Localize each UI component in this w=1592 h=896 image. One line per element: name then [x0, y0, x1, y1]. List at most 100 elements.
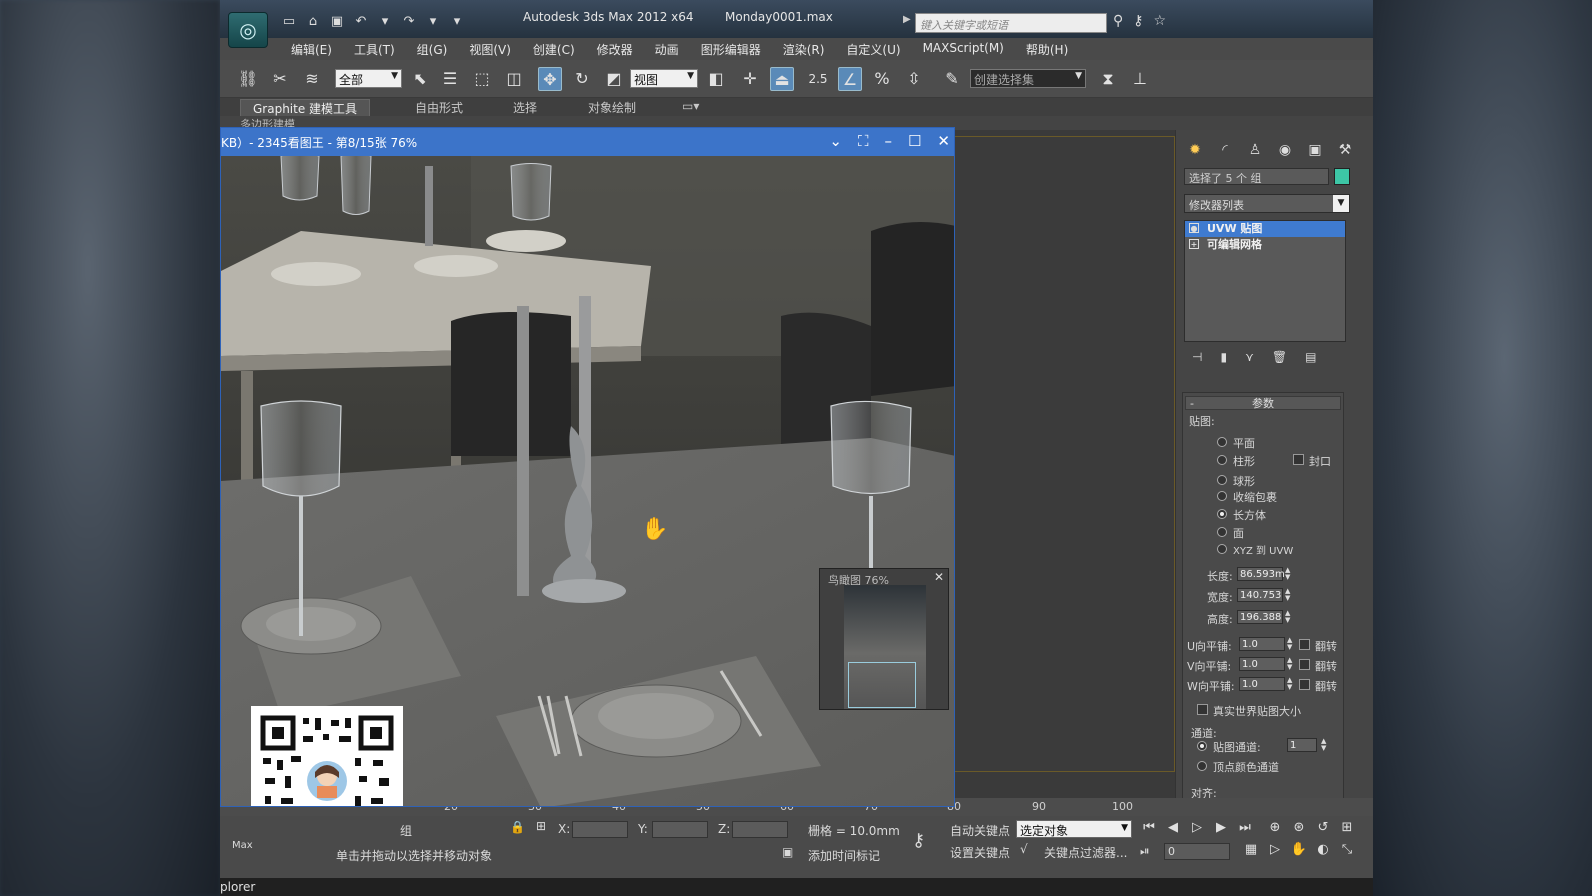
tab-freeform[interactable]: 自由形式 — [415, 99, 463, 116]
spinner-arrows-icon[interactable]: ▲ ▼ — [1287, 657, 1295, 671]
select-object-icon[interactable]: ⬉ — [408, 67, 432, 91]
selection-lock-icon[interactable]: 🔒 — [510, 820, 525, 834]
u-tile-input[interactable]: 1.0 — [1239, 637, 1285, 651]
bulb-icon[interactable]: ● — [1189, 223, 1199, 233]
expand-plus-icon[interactable]: + — [1189, 239, 1199, 249]
close-icon[interactable]: ✕ — [934, 570, 944, 584]
rectangular-selection-icon[interactable]: ⬚ — [470, 67, 494, 91]
add-time-tag-button[interactable]: 添加时间标记 — [808, 847, 880, 864]
configure-modifier-sets-icon[interactable]: ▤ — [1305, 350, 1316, 364]
mapping-planar-radio[interactable]: 平面 — [1217, 435, 1255, 451]
utilities-tab-icon[interactable]: ⚒ — [1334, 140, 1356, 160]
w-flip-checkbox[interactable]: 翻转 — [1299, 678, 1337, 694]
menu-animation[interactable]: 动画 — [644, 38, 690, 60]
menu-create[interactable]: 创建(C) — [522, 38, 586, 60]
menu-modifiers[interactable]: 修改器 — [586, 38, 644, 60]
mirror-icon[interactable]: ⧗ — [1096, 67, 1120, 91]
z-coordinate-input[interactable] — [732, 821, 788, 838]
pivot-center-icon[interactable]: ◧ — [704, 67, 728, 91]
min-max-toggle-icon[interactable]: ⤡ — [1338, 842, 1356, 857]
search-input[interactable]: 键入关键字或短语 — [915, 13, 1107, 33]
undo-dropdown-icon[interactable]: ▾ — [376, 14, 394, 30]
spinner-arrows-icon[interactable]: ▲ ▼ — [1285, 588, 1293, 602]
height-input[interactable]: 196.388 — [1237, 610, 1283, 624]
field-of-view-icon[interactable]: ▷ — [1266, 842, 1284, 857]
stack-item-uvw-map[interactable]: ● UVW 贴图 — [1185, 221, 1345, 237]
mapping-shrinkwrap-radio[interactable]: 收缩包裹 — [1217, 489, 1277, 505]
key-mode-dropdown[interactable]: 选定对象 ▼ — [1016, 820, 1132, 838]
real-world-map-size-checkbox[interactable]: 真实世界贴图大小 — [1197, 703, 1301, 719]
redo-icon[interactable]: ↷ — [400, 14, 418, 30]
menu-rendering[interactable]: 渲染(R) — [772, 38, 836, 60]
menu-maxscript[interactable]: MAXScript(M) — [912, 38, 1015, 60]
key-filters-button[interactable]: 关键点过滤器... — [1044, 844, 1127, 861]
current-frame-input[interactable]: 0 — [1164, 843, 1230, 860]
star-icon[interactable]: ☆ — [1154, 13, 1167, 29]
unlink-icon[interactable]: ✂ — [268, 67, 292, 91]
key-mode-toggle-icon[interactable]: ⏯ — [1140, 844, 1150, 859]
map-channel-radio[interactable]: 贴图通道: — [1197, 739, 1261, 755]
menu-graph-editors[interactable]: 图形编辑器 — [690, 38, 772, 60]
tab-object-paint[interactable]: 对象绘制 — [588, 99, 636, 116]
make-unique-icon[interactable]: ⋎ — [1245, 350, 1254, 364]
rollout-header[interactable]: - 参数 — [1185, 396, 1341, 410]
modifier-list-dropdown[interactable]: 修改器列表 ▼ — [1184, 194, 1350, 213]
spinner-arrows-icon[interactable]: ▲ ▼ — [1321, 738, 1329, 752]
open-file-icon[interactable]: ⌂ — [304, 14, 322, 30]
spinner-arrows-icon[interactable]: ▲ ▼ — [1285, 610, 1293, 624]
search-arrow-icon[interactable]: ▶ — [903, 14, 911, 25]
modify-tab-icon[interactable]: ◜ — [1214, 140, 1236, 160]
menu-tools[interactable]: 工具(T) — [343, 38, 406, 60]
w-tile-input[interactable]: 1.0 — [1239, 677, 1285, 691]
mapping-cylindrical-radio[interactable]: 柱形 — [1217, 453, 1255, 469]
length-input[interactable]: 86.593m — [1237, 567, 1285, 581]
maxscript-listener-mini[interactable]: Max — [232, 840, 253, 851]
select-and-move-icon[interactable]: ✥ — [538, 67, 562, 91]
mapping-spherical-radio[interactable]: 球形 — [1217, 473, 1255, 489]
link-icon[interactable]: ⛓ — [236, 67, 260, 91]
minimize-icon[interactable]: – — [884, 132, 892, 150]
spinner-arrows-icon[interactable]: ▲ ▼ — [1285, 567, 1293, 581]
time-config-icon[interactable]: ▦ — [1242, 842, 1260, 857]
play-icon[interactable]: ▷ — [1188, 820, 1206, 835]
spinner-arrows-icon[interactable]: ▲ ▼ — [1287, 677, 1295, 691]
close-icon[interactable]: ✕ — [937, 132, 950, 150]
pin-stack-icon[interactable]: ⊣ — [1192, 350, 1202, 364]
manipulate-icon[interactable]: ✛ — [738, 67, 762, 91]
select-and-rotate-icon[interactable]: ↻ — [570, 67, 594, 91]
time-tag-lock-icon[interactable]: ▣ — [782, 845, 793, 859]
spinner-snap-icon[interactable]: ⇳ — [902, 67, 926, 91]
walk-through-icon[interactable]: ◐ — [1314, 842, 1332, 857]
orbit-icon[interactable]: ↺ — [1314, 820, 1332, 835]
spinner-arrows-icon[interactable]: ▲ ▼ — [1287, 637, 1295, 651]
hierarchy-tab-icon[interactable]: ♙ — [1244, 140, 1266, 160]
key-icon[interactable]: ⚷ — [1133, 13, 1143, 29]
keyboard-shortcut-override-icon[interactable]: ⏏ — [770, 67, 794, 91]
edit-named-selection-icon[interactable]: ✎ — [940, 67, 964, 91]
active-viewport[interactable] — [943, 136, 1175, 772]
ribbon-options-icon[interactable]: ▭▾ — [682, 99, 699, 113]
u-flip-checkbox[interactable]: 翻转 — [1299, 638, 1337, 654]
create-tab-icon[interactable]: ✹ — [1184, 140, 1206, 160]
maximize-icon[interactable]: ☐ — [908, 132, 921, 150]
cap-checkbox[interactable]: 封口 — [1293, 453, 1331, 469]
dropdown-menu-icon[interactable]: ⌄ — [829, 132, 842, 150]
percent-snap-icon[interactable]: % — [870, 67, 894, 91]
motion-tab-icon[interactable]: ◉ — [1274, 140, 1296, 160]
map-channel-input[interactable]: 1 — [1287, 738, 1317, 752]
bind-space-warp-icon[interactable]: ≋ — [300, 67, 324, 91]
previous-frame-icon[interactable]: ◀ — [1164, 820, 1182, 835]
go-to-end-icon[interactable]: ⏭ — [1236, 820, 1254, 835]
menu-group[interactable]: 组(G) — [406, 38, 459, 60]
object-color-swatch[interactable] — [1334, 168, 1350, 185]
birdseye-view-rectangle[interactable] — [848, 662, 916, 708]
snaps-toggle-icon[interactable]: 2.5 — [806, 67, 830, 91]
align-icon[interactable]: ⊥ — [1128, 67, 1152, 91]
named-selection-dropdown[interactable]: 创建选择集 ▼ — [970, 69, 1086, 88]
selection-filter-dropdown[interactable]: 全部 ▼ — [335, 69, 402, 88]
maximize-viewport-icon[interactable]: ⊞ — [1338, 820, 1356, 835]
mapping-box-radio[interactable]: 长方体 — [1217, 507, 1266, 523]
3dsmax-logo-icon[interactable]: ◎ — [228, 12, 268, 48]
v-tile-input[interactable]: 1.0 — [1239, 657, 1285, 671]
go-to-start-icon[interactable]: ⏮ — [1140, 820, 1158, 835]
